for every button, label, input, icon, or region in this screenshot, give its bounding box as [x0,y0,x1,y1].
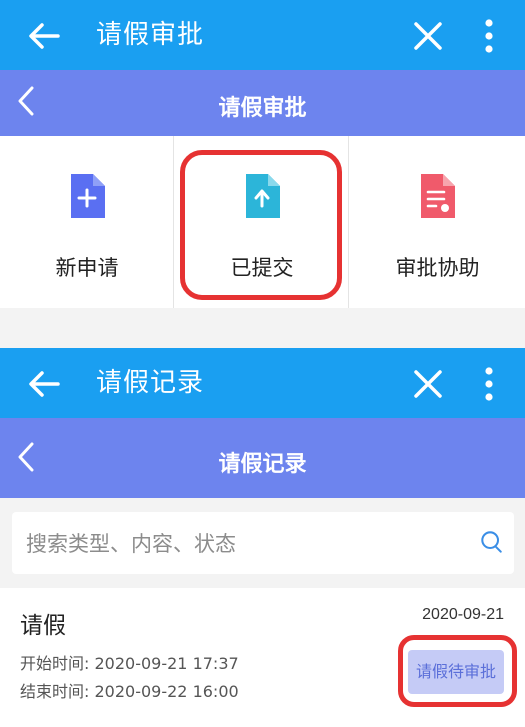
page-header-records: 请假记录 [0,418,525,498]
highlight-submitted [180,150,342,300]
new-document-icon [71,174,105,218]
page-title-records: 请假记录 [218,452,307,477]
arrow-left-icon[interactable] [28,22,60,50]
start-label: 开始时间: [20,654,90,673]
record-end: 结束时间: 2020-09-22 16:00 [20,678,239,702]
approval-document-icon [421,174,455,218]
app-bar-title-records: 请假记录 [96,368,205,398]
tile-label-approval: 审批协助 [395,256,480,280]
highlight-status [398,635,517,707]
search-icon[interactable] [480,530,504,554]
end-time: 2020-09-22 16:00 [94,682,239,701]
arrow-left-icon[interactable] [28,370,60,398]
end-label: 结束时间: [20,682,90,701]
tile-approval-assist[interactable] [350,136,525,308]
search-bar [12,512,514,576]
search-input[interactable] [24,512,468,576]
top-app-bar: 请假审批 [0,0,525,70]
close-icon[interactable] [412,20,444,52]
record-type: 请假 [20,613,66,639]
tile-label-new: 新申请 [55,256,119,280]
page-header: 请假审批 [0,70,525,136]
close-icon[interactable] [412,368,444,400]
record-date: 2020-09-21 [422,606,504,623]
more-vertical-icon[interactable] [478,18,500,54]
top-app-bar-records: 请假记录 [0,348,525,418]
start-time: 2020-09-21 17:37 [94,654,239,673]
more-vertical-icon[interactable] [478,366,500,402]
tile-new-application[interactable] [0,136,174,308]
app-bar-title: 请假审批 [96,20,205,50]
record-start: 开始时间: 2020-09-21 17:37 [20,650,239,674]
page-title: 请假审批 [218,96,307,121]
